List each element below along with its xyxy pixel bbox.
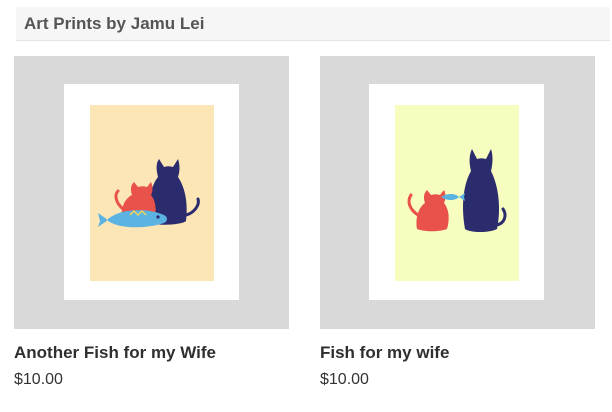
cats-with-fish-illustration [395, 105, 519, 281]
product-image[interactable] [320, 56, 595, 329]
product-price: $10.00 [14, 371, 63, 388]
section-title: Art Prints by Jamu Lei [24, 14, 205, 33]
product-price: $10.00 [320, 371, 369, 388]
product-image[interactable] [14, 56, 289, 329]
product-title[interactable]: Fish for my wife [320, 343, 449, 363]
section-header: Art Prints by Jamu Lei [16, 7, 610, 41]
product-title[interactable]: Another Fish for my Wife [14, 343, 216, 363]
product-card-another-fish-for-my-wife[interactable]: Another Fish for my Wife $10.00 [14, 56, 289, 388]
cats-with-fish-illustration [90, 105, 214, 281]
product-card-fish-for-my-wife[interactable]: Fish for my wife $10.00 [320, 56, 595, 388]
print-mat [64, 84, 239, 300]
print-mat [369, 84, 544, 300]
